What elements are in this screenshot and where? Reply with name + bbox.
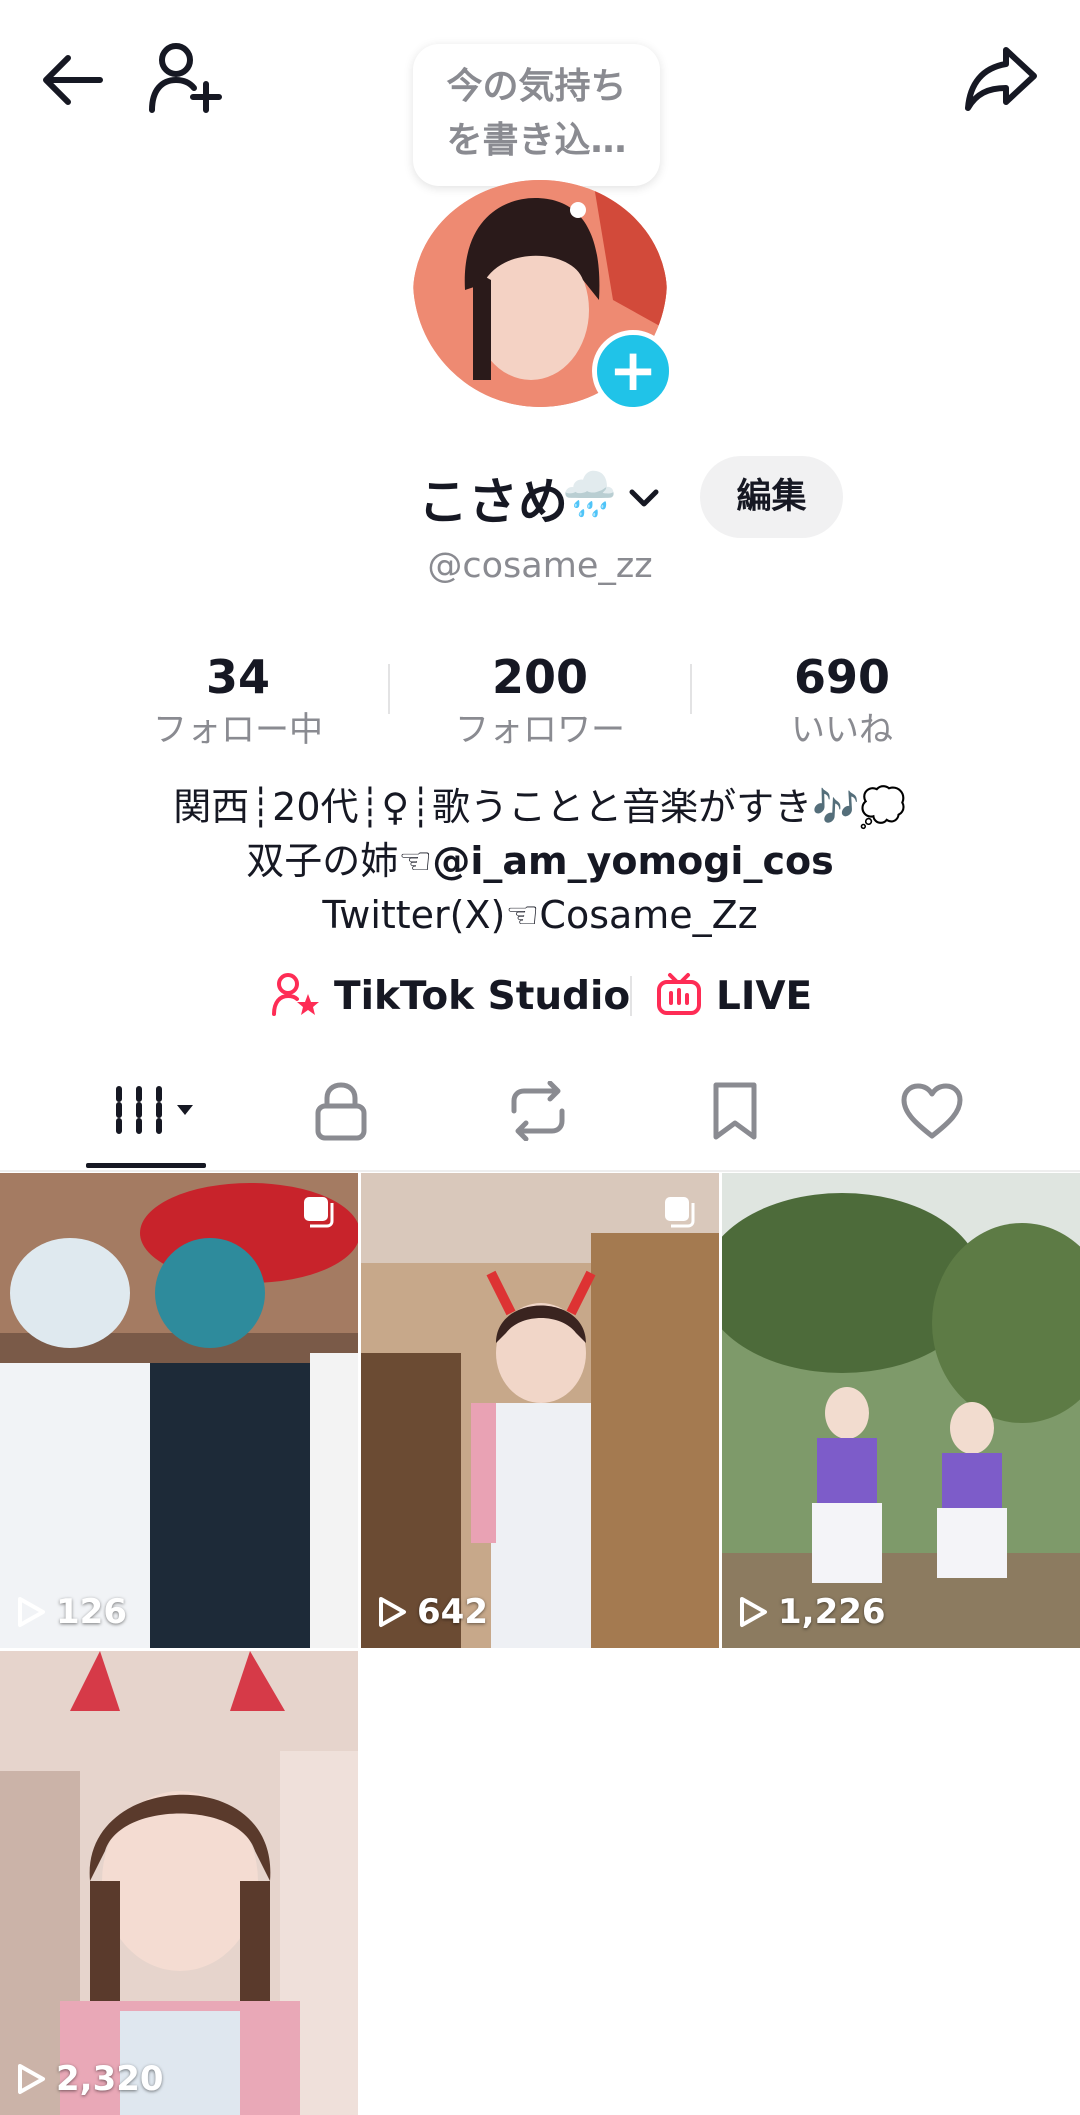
status-note-line1: 今の気持ち (446, 66, 627, 107)
multi-clip-icon (302, 1195, 336, 1229)
tab-liked[interactable] (877, 1072, 987, 1150)
active-tab-indicator (86, 1163, 206, 1168)
following-label: フォロー中 (153, 710, 323, 750)
video-thumbnail[interactable]: 1,226 (722, 1173, 1080, 1648)
live-label: LIVE (716, 973, 813, 1019)
view-count: 126 (16, 1592, 127, 1632)
add-story-button[interactable]: + (592, 330, 674, 412)
video-thumbnail[interactable]: 2,320 (0, 1651, 358, 2115)
play-icon (18, 2064, 45, 2094)
play-icon (740, 1597, 767, 1627)
status-note-line2: を書き込… (446, 120, 627, 161)
stat-divider (388, 664, 390, 714)
tab-videos[interactable] (91, 1072, 201, 1150)
bio-line-1: 関西┊20代┊♀┊歌うことと音楽がすき🎶💭 (173, 785, 907, 829)
video-thumbnail[interactable]: 126 (0, 1173, 358, 1648)
tabs-divider (0, 1170, 1080, 1172)
bio-text: 双子の姉☜ (246, 839, 433, 883)
view-count-text: 2,320 (56, 2059, 164, 2099)
play-icon (18, 1597, 45, 1627)
view-count-text: 126 (56, 1592, 127, 1632)
tab-favorites[interactable] (680, 1072, 790, 1150)
likes-label: いいね (791, 710, 893, 750)
bio-mention-link[interactable]: @i_am_yomogi_cos (432, 839, 833, 883)
view-count: 1,226 (738, 1592, 886, 1632)
back-arrow-icon[interactable] (38, 50, 108, 110)
share-icon[interactable] (962, 44, 1040, 114)
status-note-bubble[interactable]: 今の気持ち を書き込… (413, 44, 660, 186)
likes-count: 690 (793, 650, 891, 704)
name-emoji: 🌧️ (562, 469, 617, 520)
bio-line-3: Twitter(X)☜Cosame_Zz (322, 893, 758, 937)
following-stat[interactable]: 34 フォロー中 (93, 648, 383, 754)
repost-icon (511, 1081, 565, 1141)
view-count-text: 642 (417, 1592, 488, 1632)
followers-count: 200 (491, 650, 589, 704)
tiktok-studio-label: TikTok Studio (334, 973, 631, 1019)
followers-label: フォロワー (455, 710, 625, 750)
creator-star-icon (272, 972, 320, 1020)
heart-icon (901, 1083, 963, 1139)
tab-reposts[interactable] (483, 1072, 593, 1150)
lock-icon (315, 1082, 367, 1141)
view-count: 642 (377, 1592, 488, 1632)
chevron-down-icon[interactable] (624, 478, 664, 518)
link-divider (630, 976, 632, 1016)
bookmark-icon (713, 1082, 757, 1140)
multi-clip-icon (663, 1195, 697, 1229)
video-thumbnail[interactable]: 642 (361, 1173, 719, 1648)
tab-private[interactable] (286, 1072, 396, 1150)
username: @cosame_zz (427, 546, 653, 586)
add-friend-icon[interactable] (148, 40, 223, 115)
following-count: 34 (205, 650, 270, 704)
tiktok-studio-link[interactable]: TikTok Studio (272, 966, 630, 1026)
edit-profile-button[interactable]: 編集 (700, 456, 843, 538)
live-link[interactable]: LIVE (656, 966, 812, 1026)
live-tv-icon (656, 971, 702, 1021)
likes-stat[interactable]: 690 いいね (697, 648, 987, 754)
play-icon (379, 1597, 406, 1627)
followers-stat[interactable]: 200 フォロワー (395, 648, 685, 754)
view-count: 2,320 (16, 2059, 164, 2099)
display-name: こさめ (418, 473, 568, 531)
stat-divider (690, 664, 692, 714)
view-count-text: 1,226 (778, 1592, 886, 1632)
grid-dropdown-icon (116, 1086, 193, 1136)
bio-line-2: 双子の姉☜@i_am_yomogi_cos (0, 834, 1080, 888)
